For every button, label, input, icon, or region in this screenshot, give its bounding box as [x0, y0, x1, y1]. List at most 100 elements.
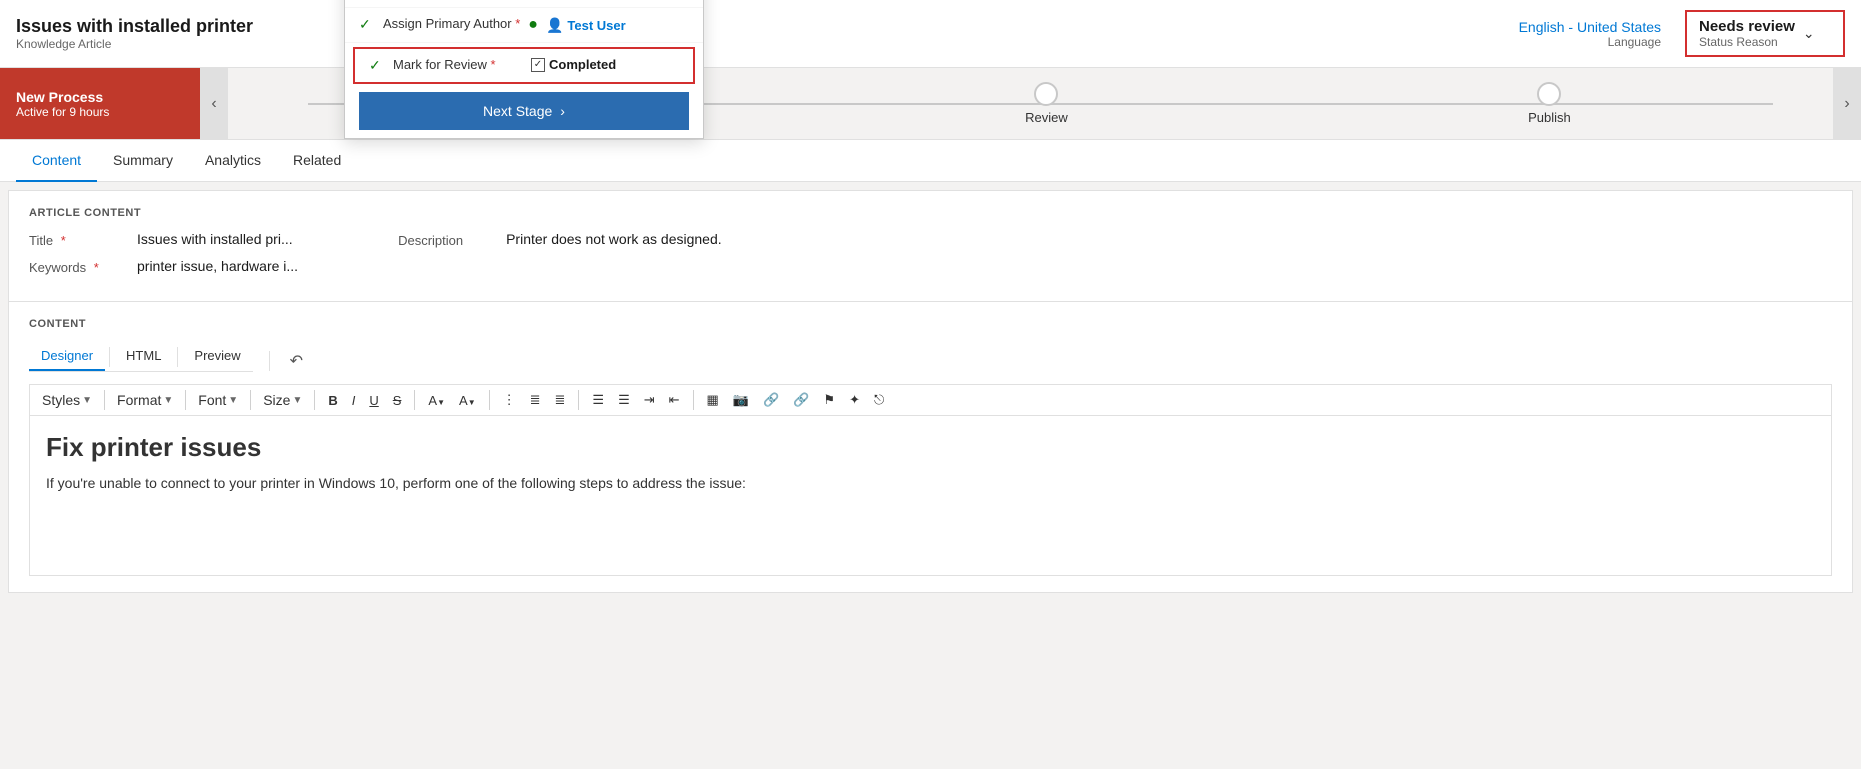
popup-review-checkbox[interactable]: ✓	[531, 58, 545, 72]
size-label: Size	[263, 392, 290, 408]
ordered-list-button[interactable]: ☰	[587, 389, 609, 411]
article-content-section: ARTICLE CONTENT Title * Issues with inst…	[9, 191, 1852, 302]
font-arrow-icon: ▼	[228, 395, 238, 406]
stage-popup: Active for 6 minutes □ ✕ ✓ Set Keywords …	[344, 0, 704, 139]
font-label: Font	[198, 392, 226, 408]
editor-tabs: Designer HTML Preview	[29, 342, 253, 372]
next-stage-label: Next Stage	[483, 103, 552, 119]
status-reason-section[interactable]: Needs review Status Reason ⌄	[1685, 10, 1845, 57]
table-button[interactable]: ▦	[702, 389, 724, 411]
sparkle-button[interactable]: ✦	[844, 389, 865, 411]
tab-summary[interactable]: Summary	[97, 140, 189, 182]
undo-button[interactable]: ↶	[286, 347, 307, 375]
editor-tab-designer[interactable]: Designer	[29, 342, 105, 371]
language-section[interactable]: English - United States Language	[1519, 19, 1661, 49]
unordered-list-button[interactable]: ☰	[613, 389, 635, 411]
header: Issues with installed printer Knowledge …	[0, 0, 1861, 68]
strikethrough-button[interactable]: S	[388, 390, 407, 411]
header-right: English - United States Language Needs r…	[1519, 10, 1845, 57]
stage-review-circle	[1034, 82, 1058, 106]
editor-tab-divider1	[109, 347, 110, 367]
description-value[interactable]: Printer does not work as designed.	[506, 231, 722, 247]
popup-row-subject: ✓ Article Subject * Default Subject	[345, 0, 703, 8]
font-dropdown[interactable]: Font ▼	[194, 390, 242, 410]
unlink-button[interactable]: 🔗	[788, 389, 814, 411]
styles-label: Styles	[42, 392, 80, 408]
process-label: New Process Active for 9 hours	[0, 68, 200, 139]
chevron-down-icon[interactable]: ⌄	[1803, 25, 1815, 42]
outdent-button[interactable]: ⇤	[664, 389, 685, 411]
align-right-button[interactable]: ≣	[550, 389, 571, 411]
toolbar-div1	[104, 390, 105, 410]
size-arrow-icon: ▼	[292, 395, 302, 406]
article-content-section-title: ARTICLE CONTENT	[29, 207, 1832, 219]
popup-row-review: ✓ Mark for Review * ✓ Completed	[355, 49, 693, 82]
popup-label-review: Mark for Review *	[393, 57, 523, 72]
popup-check-author: ✓	[359, 16, 375, 33]
description-field-row: Description Printer does not work as des…	[398, 231, 722, 248]
toolbar-div6	[489, 390, 490, 410]
editor-body[interactable]: Fix printer issues If you're unable to c…	[29, 416, 1832, 576]
indent-button[interactable]: ⇥	[639, 389, 660, 411]
popup-user-link[interactable]: Test User	[567, 18, 625, 33]
popup-row-author: ✓ Assign Primary Author * ● 👤 Test User	[345, 8, 703, 43]
page-subtitle: Knowledge Article	[16, 37, 253, 51]
next-stage-button[interactable]: Next Stage ›	[359, 92, 689, 130]
status-reason-label: Status Reason	[1699, 35, 1795, 49]
language-label: Language	[1519, 35, 1661, 49]
popup-completed-field[interactable]: ✓ Completed	[531, 57, 616, 72]
italic-button[interactable]: I	[347, 390, 361, 411]
toolbar-div5	[414, 390, 415, 410]
editor-tab-preview[interactable]: Preview	[182, 342, 252, 371]
align-center-button[interactable]: ≣	[525, 389, 546, 411]
popup-user-avatar-icon: 👤	[546, 17, 563, 34]
link-button[interactable]: 🔗	[758, 389, 784, 411]
popup-value-review: Completed	[549, 57, 616, 72]
article-title-section: Issues with installed printer Knowledge …	[16, 16, 253, 51]
keywords-value[interactable]: printer issue, hardware i...	[137, 258, 298, 274]
styles-arrow-icon: ▼	[82, 395, 92, 406]
process-bar: New Process Active for 9 hours ‹ Author …	[0, 68, 1861, 140]
language-value[interactable]: English - United States	[1519, 19, 1661, 35]
title-field-row: Title * Issues with installed pri...	[29, 231, 298, 248]
image-button[interactable]: 📷	[728, 389, 754, 411]
stage-publish[interactable]: Publish	[1528, 82, 1571, 125]
tab-related[interactable]: Related	[277, 140, 357, 182]
editor-toolbar: Styles ▼ Format ▼ Font ▼ Size ▼ B I U S	[29, 384, 1832, 416]
content-editor-section: CONTENT Designer HTML Preview ↶ Styles ▼…	[9, 302, 1852, 592]
process-nav-left-button[interactable]: ‹	[200, 68, 228, 139]
editor-tab-html[interactable]: HTML	[114, 342, 173, 371]
bold-button[interactable]: B	[323, 390, 342, 411]
underline-button[interactable]: U	[364, 390, 383, 411]
format-label: Format	[117, 392, 161, 408]
toolbar-div3	[250, 390, 251, 410]
code-button[interactable]: ⎋	[869, 389, 889, 411]
toolbar-div7	[578, 390, 579, 410]
size-dropdown[interactable]: Size ▼	[259, 390, 306, 410]
process-nav-right-button[interactable]: ›	[1833, 68, 1861, 139]
styles-dropdown[interactable]: Styles ▼	[38, 390, 96, 410]
stage-review[interactable]: Review	[1025, 82, 1068, 125]
tab-analytics[interactable]: Analytics	[189, 140, 277, 182]
main-content: ARTICLE CONTENT Title * Issues with inst…	[8, 190, 1853, 593]
title-label: Title *	[29, 231, 129, 248]
align-left-button[interactable]: ⋮	[498, 389, 521, 411]
process-title: New Process	[16, 89, 184, 105]
font-color-button[interactable]: A▼	[423, 390, 450, 411]
popup-check-review: ✓	[369, 57, 385, 74]
title-value[interactable]: Issues with installed pri...	[137, 231, 293, 247]
toolbar-div4	[314, 390, 315, 410]
format-dropdown[interactable]: Format ▼	[113, 390, 177, 410]
keywords-label: Keywords *	[29, 258, 129, 275]
editor-heading: Fix printer issues	[46, 432, 1815, 463]
stage-review-label: Review	[1025, 110, 1068, 125]
flag-button[interactable]: ⚑	[818, 389, 840, 411]
page-title: Issues with installed printer	[16, 16, 253, 37]
description-label: Description	[398, 231, 498, 248]
highlight-button[interactable]: A▼	[454, 390, 481, 411]
stage-publish-label: Publish	[1528, 110, 1571, 125]
toolbar-div8	[693, 390, 694, 410]
popup-label-author: Assign Primary Author *	[383, 16, 520, 31]
tab-content[interactable]: Content	[16, 140, 97, 182]
next-stage-icon: ›	[560, 103, 565, 119]
